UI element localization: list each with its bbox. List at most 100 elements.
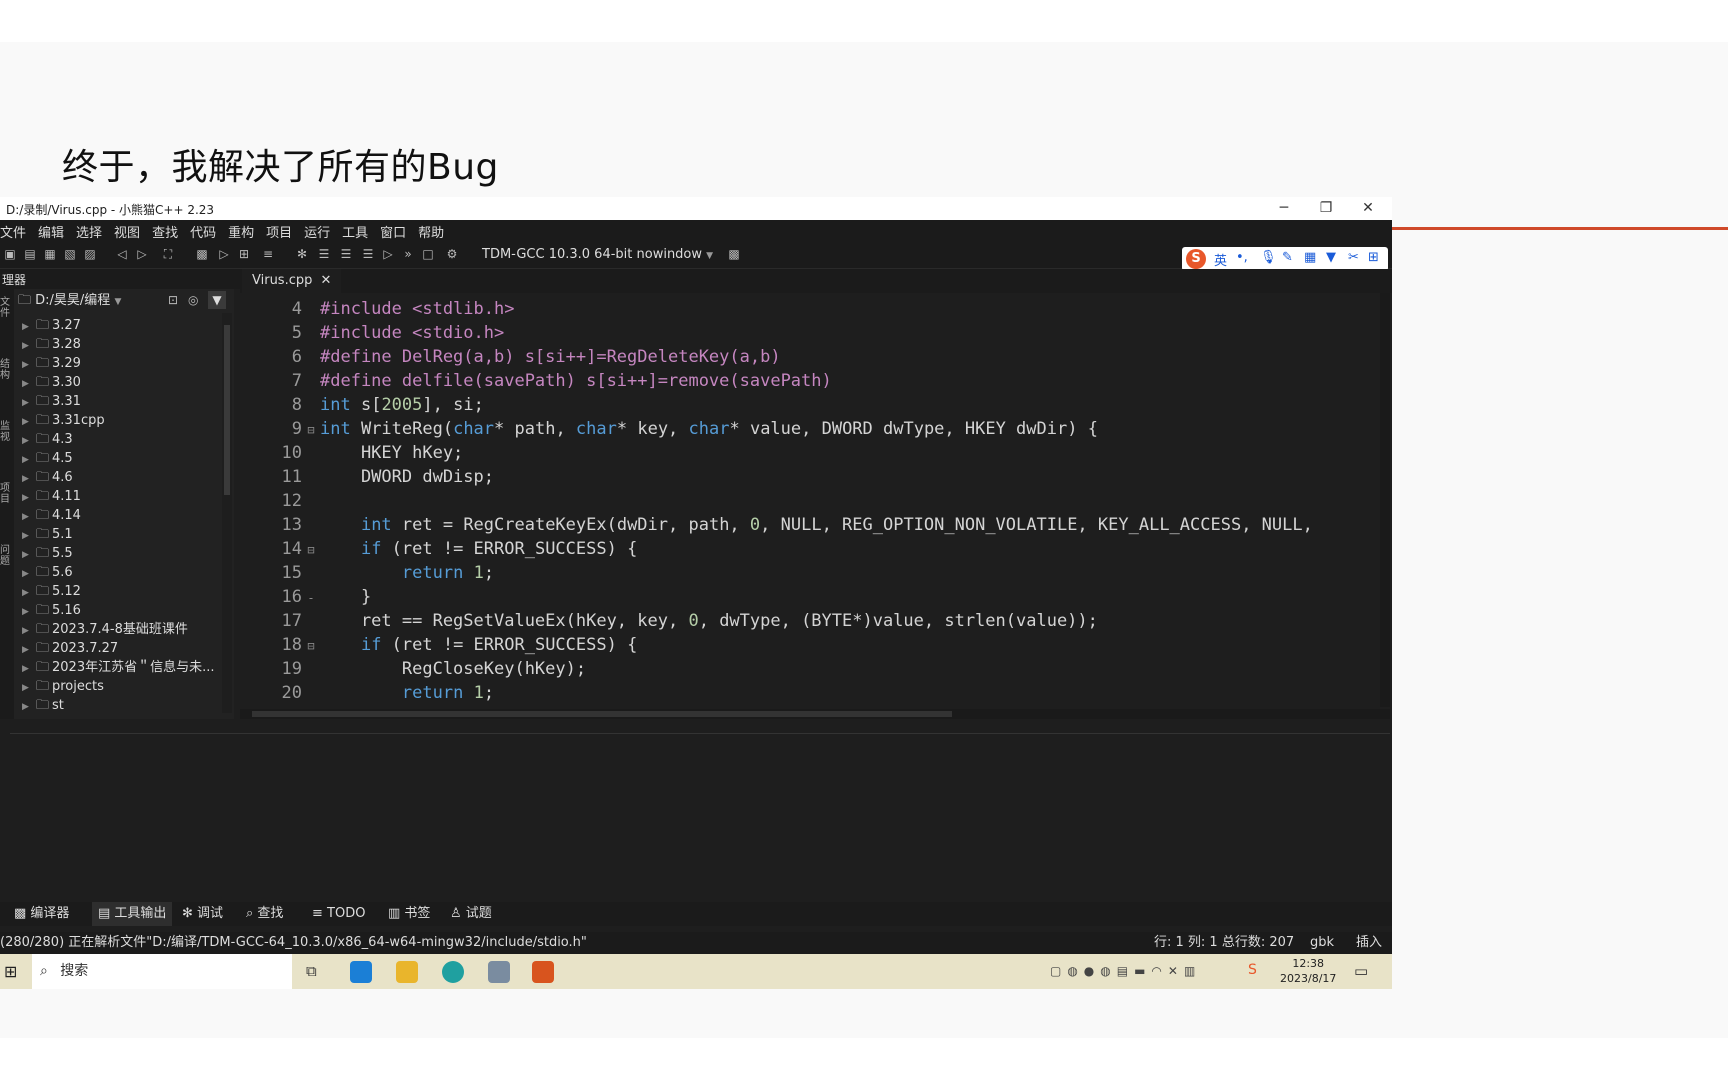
expand-arrow-icon[interactable]: ▶ bbox=[22, 527, 36, 544]
compiler-select[interactable]: TDM-GCC 10.3.0 64-bit nowindow ▼ bbox=[478, 245, 718, 265]
new-folder-icon[interactable]: ⊡ bbox=[168, 293, 178, 307]
side-tab-problems[interactable]: 问题 bbox=[0, 545, 12, 567]
folder-item[interactable]: ▶ 🗀 4.14 bbox=[14, 506, 224, 525]
close-file-icon[interactable]: ▨ bbox=[84, 248, 96, 260]
code-text[interactable]: ret == RegSetValueEx(hKey, key, 0, dwTyp… bbox=[320, 611, 1098, 631]
side-tab-structure[interactable]: 结构 bbox=[0, 359, 12, 381]
expand-arrow-icon[interactable]: ▶ bbox=[22, 641, 36, 658]
punctuation-icon[interactable]: •, bbox=[1236, 250, 1248, 265]
bottom-tab[interactable]: ⌕ 查找 bbox=[246, 902, 283, 926]
folder-item[interactable]: ▶ 🗀 4.3 bbox=[14, 430, 224, 449]
bottom-tab[interactable]: ▩ 编译器 bbox=[14, 902, 69, 926]
keyboard-icon[interactable]: ▦ bbox=[1304, 250, 1316, 265]
microphone-icon[interactable]: 🎙 bbox=[1260, 250, 1277, 265]
filter-icon[interactable]: ▼ bbox=[208, 291, 226, 309]
code-text[interactable]: } bbox=[320, 587, 371, 607]
expand-arrow-icon[interactable]: ▶ bbox=[22, 679, 36, 696]
menu-item[interactable]: 查找 bbox=[152, 220, 178, 241]
file-explorer-icon[interactable] bbox=[396, 961, 418, 983]
folder-item[interactable]: ▶ 🗀 3.29 bbox=[14, 354, 224, 373]
run-to-cursor-icon[interactable]: ▷ bbox=[382, 248, 394, 260]
folder-item[interactable]: ▶ 🗀 3.31 bbox=[14, 392, 224, 411]
menu-item[interactable]: 重构 bbox=[228, 220, 254, 241]
code-text[interactable]: if (ret != ERROR_SUCCESS) { bbox=[320, 635, 637, 655]
clock[interactable]: 12:38 2023/8/17 bbox=[1280, 956, 1336, 986]
close-icon[interactable]: ✕ bbox=[321, 273, 332, 288]
side-tab-project[interactable]: 项目 bbox=[0, 483, 12, 505]
open-file-icon[interactable]: ▤ bbox=[24, 248, 36, 260]
code-line[interactable]: 12 bbox=[240, 489, 1380, 513]
rebuild-icon[interactable]: ⚙ bbox=[446, 248, 458, 260]
code-line[interactable]: 14 ⊟ if (ret != ERROR_SUCCESS) { bbox=[240, 537, 1380, 561]
task-view-icon[interactable]: ⧉ bbox=[306, 962, 317, 980]
code-line[interactable]: 16- } bbox=[240, 585, 1380, 609]
compiler-set-icon[interactable]: ▩ bbox=[728, 248, 740, 260]
menu-item[interactable]: 编辑 bbox=[38, 220, 64, 241]
expand-arrow-icon[interactable]: ▶ bbox=[22, 565, 36, 582]
code-line[interactable]: 11 DWORD dwDisp; bbox=[240, 465, 1380, 489]
tab-virus-cpp[interactable]: Virus.cpp ✕ bbox=[242, 269, 342, 293]
menu-item[interactable]: 运行 bbox=[304, 220, 330, 241]
expand-arrow-icon[interactable]: ▶ bbox=[22, 603, 36, 620]
code-line[interactable]: 9 ⊟ int WriteReg(char* path, char* key, ch… bbox=[240, 417, 1380, 441]
continue-icon[interactable]: » bbox=[402, 248, 414, 260]
code-text[interactable]: DWORD dwDisp; bbox=[320, 467, 494, 487]
sogou-tray-icon[interactable]: S bbox=[1248, 962, 1257, 978]
close-button[interactable]: ✕ bbox=[1348, 198, 1388, 218]
save-icon[interactable]: ▦ bbox=[44, 248, 56, 260]
options-icon[interactable]: ≡ bbox=[262, 248, 274, 260]
code-line[interactable]: 7 #define delfile(savePath) s[si++]=remov… bbox=[240, 369, 1380, 393]
folder-item[interactable]: ▶ 🗀 projects bbox=[14, 677, 224, 696]
expand-arrow-icon[interactable]: ▶ bbox=[22, 394, 36, 411]
restore-button[interactable]: ❐ bbox=[1306, 198, 1346, 218]
fold-marker-icon[interactable]: ⊟ bbox=[302, 538, 320, 562]
windows-start-icon[interactable]: ⊞ bbox=[4, 962, 17, 981]
menu-item[interactable]: 视图 bbox=[114, 220, 140, 241]
chatgpt-icon[interactable] bbox=[442, 961, 464, 983]
locate-icon[interactable]: ◎ bbox=[188, 293, 198, 307]
code-text[interactable]: if (ret != ERROR_SUCCESS) { bbox=[320, 539, 637, 559]
expand-arrow-icon[interactable]: ▶ bbox=[22, 660, 36, 677]
code-line[interactable]: 8 int s[2005], si; bbox=[240, 393, 1380, 417]
minimize-button[interactable]: ─ bbox=[1264, 198, 1304, 218]
bottom-tab[interactable]: ≡ TODO bbox=[312, 902, 365, 926]
expand-arrow-icon[interactable]: ▶ bbox=[22, 622, 36, 639]
run-icon[interactable]: ▷ bbox=[218, 248, 230, 260]
code-area[interactable]: 4 #include <stdlib.h> 5 #include <stdio.h> 6… bbox=[240, 297, 1380, 705]
menu-item[interactable]: 代码 bbox=[190, 220, 216, 241]
path-select[interactable]: 🗀 D:/昊昊/编程 ▼ bbox=[18, 292, 164, 310]
menu-item[interactable]: 窗口 bbox=[380, 220, 406, 241]
compile-icon[interactable]: ▩ bbox=[196, 248, 208, 260]
expand-arrow-icon[interactable]: ▶ bbox=[22, 356, 36, 373]
back-icon[interactable]: ◁ bbox=[116, 248, 128, 260]
code-line[interactable]: 4 #include <stdlib.h> bbox=[240, 297, 1380, 321]
grid-icon[interactable]: ⊞ bbox=[1368, 250, 1379, 265]
folder-item[interactable]: ▶ 🗀 2023年江苏省＂信息与未... bbox=[14, 658, 224, 677]
menu-item[interactable]: 帮助 bbox=[418, 220, 444, 241]
menu-item[interactable]: 工具 bbox=[342, 220, 368, 241]
code-line[interactable]: 15 return 1; bbox=[240, 561, 1380, 585]
code-text[interactable]: HKEY hKey; bbox=[320, 443, 463, 463]
bottom-tab[interactable]: ▤ 工具输出 bbox=[92, 902, 173, 926]
fold-marker-icon[interactable]: - bbox=[302, 586, 320, 610]
code-text[interactable]: int s[2005], si; bbox=[320, 395, 484, 415]
debug-icon[interactable]: ✻ bbox=[296, 248, 308, 260]
explorer-scrollbar[interactable] bbox=[222, 313, 232, 713]
edge-icon[interactable] bbox=[350, 961, 372, 983]
folder-item[interactable]: ▶ 🗀 5.16 bbox=[14, 601, 224, 620]
code-text[interactable]: int ret = RegCreateKeyEx(dwDir, path, 0,… bbox=[320, 515, 1313, 535]
fold-marker-icon[interactable]: ⊟ bbox=[302, 634, 320, 658]
expand-arrow-icon[interactable]: ▶ bbox=[22, 432, 36, 449]
folder-item[interactable]: ▶ 🗀 4.6 bbox=[14, 468, 224, 487]
folder-item[interactable]: ▶ 🗀 2023.7.27 bbox=[14, 639, 224, 658]
step-into-icon[interactable]: ☰ bbox=[340, 248, 352, 260]
taskbar-search[interactable]: ⌕ 搜索 bbox=[32, 954, 292, 989]
code-text[interactable]: int WriteReg(char* path, char* key, char… bbox=[320, 419, 1098, 439]
code-line[interactable]: 5 #include <stdio.h> bbox=[240, 321, 1380, 345]
expand-arrow-icon[interactable]: ▶ bbox=[22, 584, 36, 601]
bottom-tab[interactable]: ▥ 书签 bbox=[388, 902, 430, 926]
expand-arrow-icon[interactable]: ▶ bbox=[22, 546, 36, 563]
tools-icon[interactable]: ✂ bbox=[1348, 250, 1359, 265]
forward-icon[interactable]: ▷ bbox=[136, 248, 148, 260]
bottom-tab[interactable]: ✻ 调试 bbox=[182, 902, 223, 926]
